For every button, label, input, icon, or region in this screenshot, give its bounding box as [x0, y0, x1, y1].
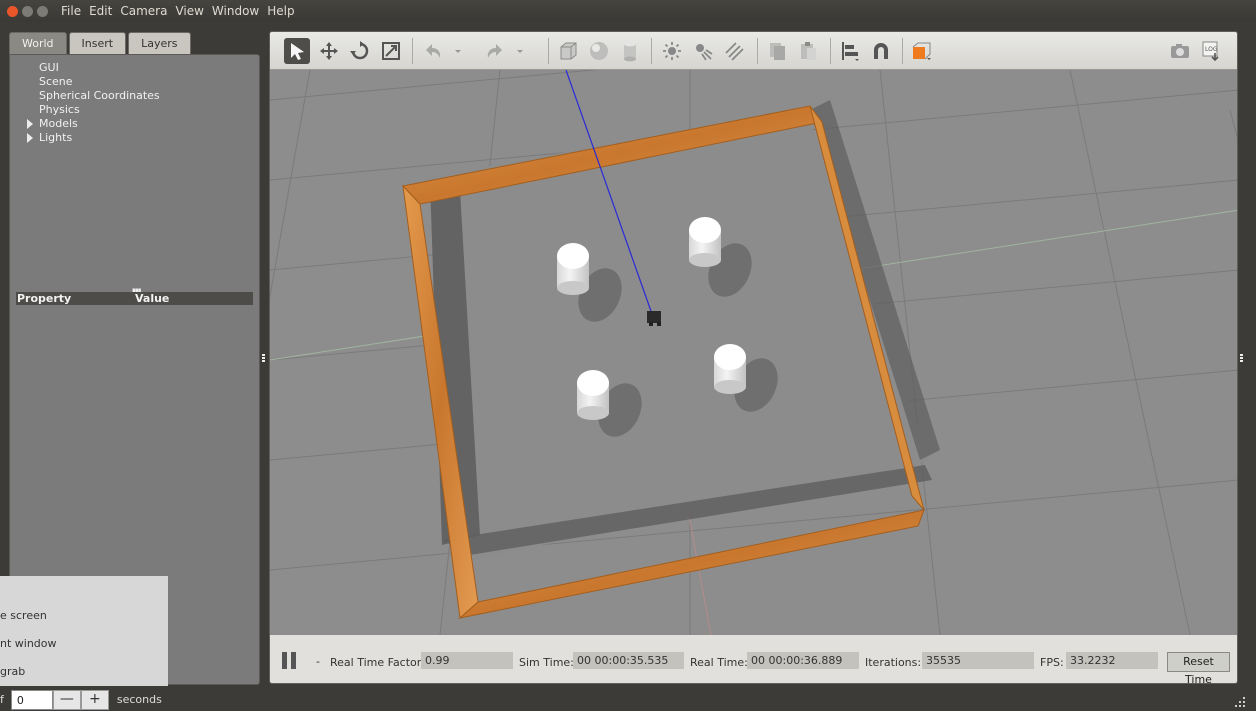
translate-mode-icon[interactable] [316, 38, 342, 64]
reset-time-button[interactable]: Reset Time [1167, 652, 1230, 683]
directional-light-icon[interactable] [721, 38, 747, 64]
property-column-header: Property [17, 292, 72, 305]
resize-grip-icon[interactable] [1228, 690, 1248, 710]
copy-icon[interactable] [764, 38, 790, 64]
window-minimize-button[interactable] [22, 5, 33, 17]
step-button[interactable]: - [316, 655, 320, 668]
left-panel-tabs: World Insert Layers [9, 32, 260, 54]
iterations-label: Iterations: [865, 656, 922, 669]
main-panel: LOG - Real Time Factor: 0.99 Sim Time: 0… [269, 31, 1238, 684]
pause-icon[interactable] [282, 652, 296, 669]
real-time-factor-value: 0.99 [421, 652, 513, 669]
value-column-header: Value [135, 292, 170, 305]
popup-item-window[interactable]: nt window [0, 637, 57, 650]
real-time-factor-label: Real Time Factor: [330, 656, 425, 669]
menu-list: File Edit Camera View Window Help [61, 4, 303, 18]
iterations-value: 35535 [922, 652, 1034, 669]
sim-time-value: 00 00:00:35.535 [573, 652, 684, 669]
tree-item-gui[interactable]: GUI [39, 61, 59, 74]
window-close-button[interactable] [7, 5, 18, 17]
popup-item-screen[interactable]: e screen [0, 609, 47, 622]
delay-increment-button[interactable]: + [80, 689, 109, 710]
delay-unit-label: seconds [116, 693, 162, 706]
fps-label: FPS: [1040, 656, 1064, 669]
toolbar: LOG [270, 32, 1237, 70]
popup-item-grab[interactable]: grab [0, 665, 25, 678]
menu-camera[interactable]: Camera [120, 4, 167, 18]
expand-arrow-icon[interactable] [27, 133, 33, 143]
rotate-mode-icon[interactable] [347, 38, 373, 64]
scene-render [270, 70, 1237, 635]
property-table-header: Property Value [16, 292, 253, 305]
spot-light-icon[interactable] [690, 38, 716, 64]
select-mode-icon[interactable] [284, 38, 310, 64]
menu-file[interactable]: File [61, 4, 81, 18]
cylinder-shape-icon[interactable] [617, 38, 643, 64]
delay-decrement-button[interactable]: — [52, 689, 81, 710]
view-angle-icon[interactable] [908, 38, 934, 64]
tree-item-physics[interactable]: Physics [39, 103, 80, 116]
gazebo-window: File Edit Camera View Window Help World … [0, 0, 1256, 711]
3d-scene-viewport[interactable] [270, 70, 1237, 635]
sim-time-label: Sim Time: [519, 656, 574, 669]
right-splitter-icon[interactable] [1240, 354, 1243, 362]
delay-bar: f 0 — + seconds [0, 688, 260, 711]
redo-icon[interactable] [482, 38, 508, 64]
menu-edit[interactable]: Edit [89, 4, 112, 18]
real-time-value: 00 00:00:36.889 [747, 652, 859, 669]
tab-world[interactable]: World [9, 32, 67, 54]
context-popup: e screen nt window grab [0, 576, 168, 686]
screenshot-icon[interactable] [1167, 38, 1193, 64]
delay-prefix-label: f [0, 693, 4, 706]
undo-icon[interactable] [420, 38, 446, 64]
sphere-shape-icon[interactable] [586, 38, 612, 64]
snap-icon[interactable] [868, 38, 894, 64]
scale-mode-icon[interactable] [378, 38, 404, 64]
menu-bar: File Edit Camera View Window Help [0, 0, 1256, 22]
menu-help[interactable]: Help [267, 4, 294, 18]
redo-dropdown-icon[interactable] [513, 38, 527, 64]
tab-insert[interactable]: Insert [68, 32, 127, 54]
box-shape-icon[interactable] [555, 38, 581, 64]
align-icon[interactable] [837, 38, 863, 64]
real-time-label: Real Time: [690, 656, 748, 669]
fps-value: 33.2232 [1066, 652, 1158, 669]
undo-dropdown-icon[interactable] [451, 38, 465, 64]
menu-view[interactable]: View [175, 4, 203, 18]
menu-window[interactable]: Window [212, 4, 259, 18]
paste-icon[interactable] [795, 38, 821, 64]
delay-input[interactable]: 0 [10, 689, 53, 710]
tree-item-lights[interactable]: Lights [39, 131, 72, 144]
log-icon[interactable]: LOG [1198, 38, 1224, 64]
point-light-icon[interactable] [659, 38, 685, 64]
expand-arrow-icon[interactable] [27, 119, 33, 129]
window-maximize-button[interactable] [37, 5, 48, 17]
tree-item-models[interactable]: Models [39, 117, 78, 130]
tree-item-scene[interactable]: Scene [39, 75, 73, 88]
left-splitter-icon[interactable] [262, 354, 265, 362]
tree-item-spherical-coordinates[interactable]: Spherical Coordinates [39, 89, 160, 102]
tab-layers[interactable]: Layers [128, 32, 191, 54]
svg-text:LOG: LOG [1205, 46, 1218, 53]
status-bar: - Real Time Factor: 0.99 Sim Time: 00 00… [270, 635, 1237, 683]
